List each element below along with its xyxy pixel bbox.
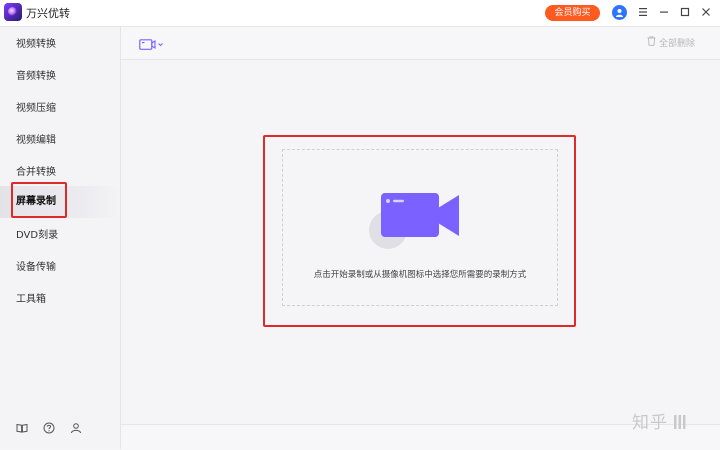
sidebar-item-video-edit[interactable]: 视频编辑: [0, 125, 120, 157]
app-logo-icon: [4, 3, 22, 21]
help-icon[interactable]: [43, 419, 55, 434]
account-icon[interactable]: [70, 419, 82, 434]
zhihu-watermark: 知乎: [632, 408, 686, 433]
watermark-text: 知乎: [632, 413, 668, 433]
sidebar: 视频转换 音频转换 视频压缩 视频编辑 合并转换 屏幕录制 DVD刻录 设备传输…: [0, 27, 121, 449]
app-title: 万兴优转: [26, 7, 70, 20]
user-icon[interactable]: [612, 5, 627, 20]
sidebar-item-audio-convert[interactable]: 音频转换: [0, 61, 120, 93]
minimize-icon[interactable]: [656, 4, 672, 20]
clear-all-label: 全部删除: [659, 39, 696, 49]
watermark-bars-icon: [674, 415, 686, 429]
sidebar-item-video-compress[interactable]: 视频压缩: [0, 93, 120, 125]
main-toolbar: [121, 27, 720, 60]
camera-illustration-icon: [369, 193, 459, 249]
title-bar: 万兴优转 会员购买: [0, 0, 720, 27]
sidebar-item-video-convert[interactable]: 视频转换: [0, 29, 120, 61]
camera-record-icon[interactable]: [139, 37, 167, 51]
sidebar-item-device-transfer[interactable]: 设备传输: [0, 252, 120, 284]
vip-purchase-button[interactable]: 会员购买: [545, 5, 600, 21]
sidebar-item-dvd-burn[interactable]: DVD刻录: [0, 220, 120, 252]
maximize-icon[interactable]: [677, 4, 693, 20]
highlight-box-sidebar: [11, 182, 67, 218]
menu-icon[interactable]: [635, 4, 651, 20]
bottom-bar: [121, 424, 720, 450]
book-icon[interactable]: [16, 419, 28, 433]
close-icon[interactable]: [698, 4, 714, 20]
sidebar-item-toolbox[interactable]: 工具箱: [0, 284, 120, 316]
record-hint-text: 点击开始录制或从摄像机图标中选择您所需要的录制方式: [313, 270, 527, 280]
trash-icon: [647, 36, 656, 46]
